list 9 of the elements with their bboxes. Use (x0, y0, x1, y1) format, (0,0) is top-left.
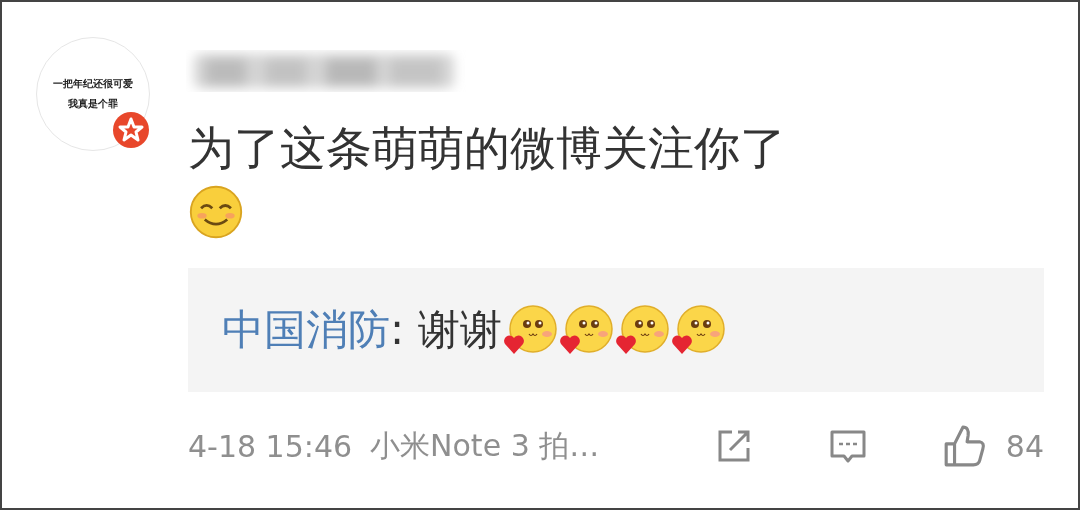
timestamp: 4-18 15:46 (188, 428, 353, 464)
like-count: 84 (1005, 428, 1044, 464)
avatar-caption: 一把年纪还很可爱 (53, 77, 133, 91)
comment-text: 为了这条萌萌的微博关注你了 (188, 120, 787, 176)
source-label: 小米Note 3 拍… (370, 426, 600, 465)
author-link[interactable]: 中国消防 (222, 305, 390, 354)
reply-text: 中国消防: 谢谢 (222, 304, 502, 356)
smiling-face-icon (188, 184, 244, 240)
avatar-caption: 我真是个罪 (68, 97, 118, 111)
